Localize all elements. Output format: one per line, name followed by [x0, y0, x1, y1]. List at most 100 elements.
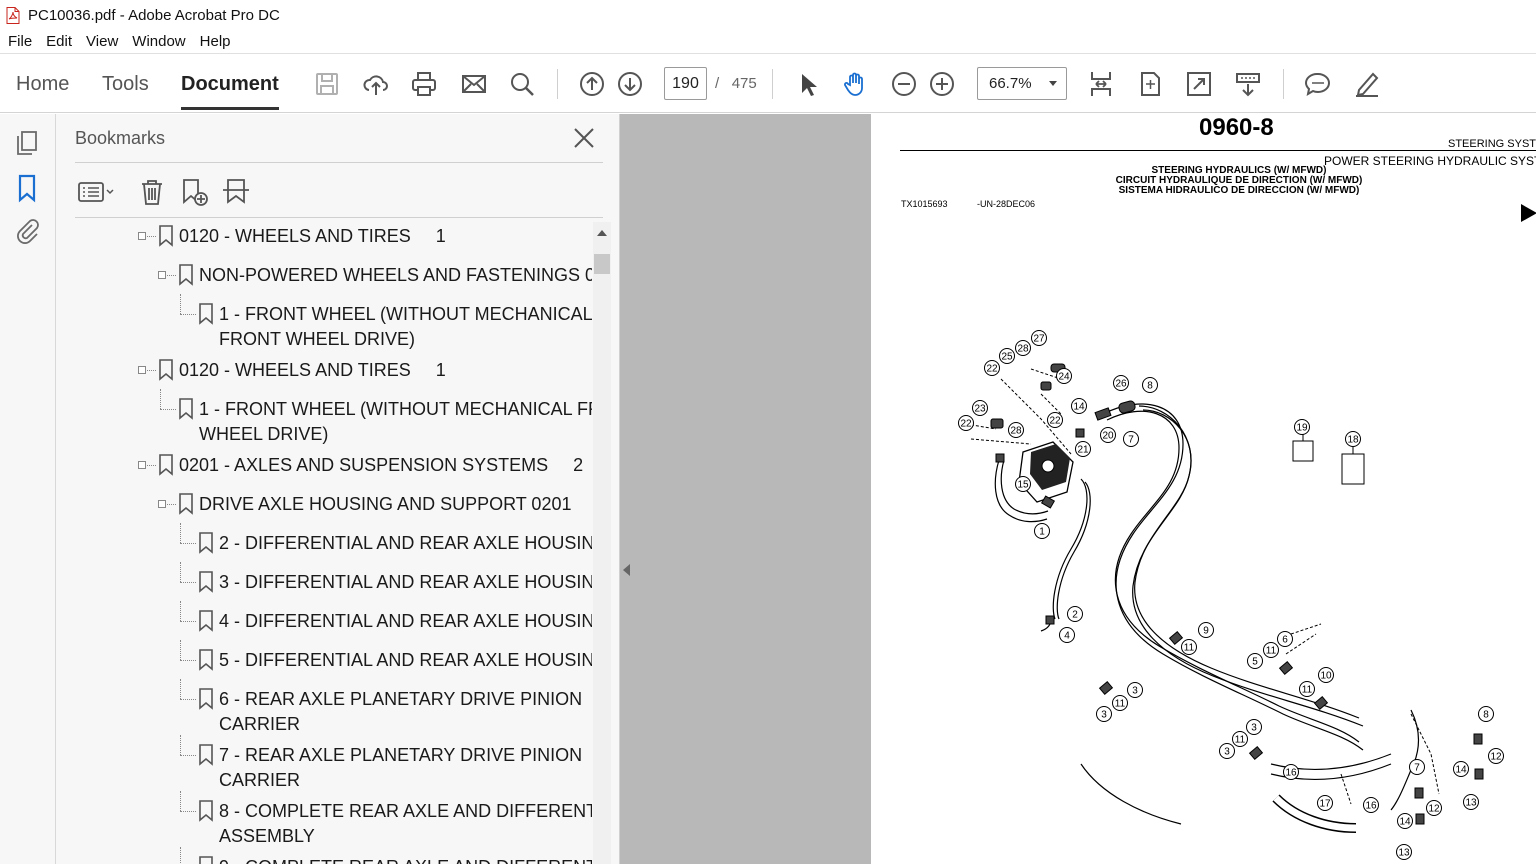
- bookmark-item[interactable]: 1 - FRONT WHEEL (WITHOUT MECHANICAL FRONT…: [178, 294, 592, 352]
- page-thumbnails-icon[interactable]: [12, 128, 42, 158]
- bookmark-label: 4 - DIFFERENTIAL AND REAR AXLE HOUSINGS: [219, 611, 592, 631]
- bookmark-tag-icon[interactable]: [220, 176, 252, 208]
- search-button[interactable]: [505, 67, 539, 101]
- window-title: PC10036.pdf - Adobe Acrobat Pro DC: [28, 6, 280, 24]
- callout-number: 11: [1266, 646, 1277, 657]
- next-page-button[interactable]: [613, 67, 647, 101]
- expander-toggle[interactable]: [158, 500, 166, 508]
- fittings: [990, 363, 1484, 825]
- bookmark-item[interactable]: 4 - DIFFERENTIAL AND REAR AXLE HOUSINGS: [178, 601, 592, 634]
- callout-number: 14: [1399, 817, 1411, 828]
- options-menu-icon[interactable]: [77, 176, 117, 208]
- print-button[interactable]: [407, 67, 441, 101]
- menu-window[interactable]: Window: [132, 33, 185, 50]
- tree-connector: [180, 640, 181, 660]
- callout-number: 22: [1049, 416, 1061, 427]
- menu-view[interactable]: View: [86, 33, 118, 50]
- tree-connector: [147, 236, 156, 237]
- expander-toggle[interactable]: [138, 366, 146, 374]
- callout-number: 20: [1102, 431, 1114, 442]
- full-screen-button[interactable]: [1182, 67, 1216, 101]
- zoom-dropdown[interactable]: 66.7%: [977, 67, 1067, 100]
- fit-page-button[interactable]: [1133, 67, 1167, 101]
- fit-width-button[interactable]: [1084, 67, 1118, 101]
- bookmark-item[interactable]: 2 - DIFFERENTIAL AND REAR AXLE HOUSINGS: [178, 523, 592, 556]
- tree-connector: [180, 294, 181, 314]
- callout-number: 18: [1347, 435, 1359, 446]
- fill-sign-button[interactable]: [1350, 67, 1384, 101]
- bookmark-item[interactable]: 3 - DIFFERENTIAL AND REAR AXLE HOUSINGS: [178, 562, 592, 595]
- zoom-in-button[interactable]: [925, 67, 959, 101]
- callout-number: 28: [1017, 344, 1029, 355]
- page-total: / 475: [715, 75, 757, 92]
- bookmark-item[interactable]: NON-POWERED WHEELS AND FASTENINGS 0120: [158, 263, 592, 288]
- bookmarks-scrollbar[interactable]: [593, 222, 611, 864]
- bookmark-label: 0201 - AXLES AND SUSPENSION SYSTEMS 2: [179, 455, 584, 475]
- menu-file[interactable]: File: [8, 33, 32, 50]
- bookmark-item[interactable]: 7 - REAR AXLE PLANETARY DRIVE PINION CARR…: [178, 735, 592, 793]
- tree-connector: [180, 621, 196, 622]
- expander-toggle[interactable]: [158, 271, 166, 279]
- scrollbar-thumb[interactable]: [594, 254, 610, 274]
- bookmark-item[interactable]: 0120 - WHEELS AND TIRES 1: [138, 224, 592, 249]
- bookmark-item[interactable]: 0120 - WHEELS AND TIRES 1: [138, 358, 592, 383]
- component-box-19: [1292, 440, 1314, 462]
- bookmark-label: 3 - DIFFERENTIAL AND REAR AXLE HOUSINGS: [219, 572, 592, 592]
- callout-number: 13: [1465, 798, 1477, 809]
- bookmark-icon: [199, 571, 213, 593]
- bookmark-item[interactable]: 1 - FRONT WHEEL (WITHOUT MECHANICAL FRON…: [158, 389, 592, 447]
- bookmark-icon: [199, 532, 213, 554]
- bookmark-item[interactable]: 0201 - AXLES AND SUSPENSION SYSTEMS 2: [138, 453, 592, 478]
- bookmark-item[interactable]: DRIVE AXLE HOUSING AND SUPPORT 0201: [158, 492, 592, 517]
- scroll-mode-icon: [1091, 72, 1111, 96]
- tree-connector: [180, 791, 181, 811]
- attachments-paperclip-icon[interactable]: [12, 216, 42, 246]
- read-mode-button[interactable]: [1231, 67, 1265, 101]
- callout-number: 16: [1285, 768, 1297, 779]
- new-bookmark-icon[interactable]: [178, 176, 210, 208]
- previous-page-button[interactable]: [575, 67, 609, 101]
- collapse-panel-arrow-icon[interactable]: [623, 564, 630, 576]
- acrobat-pdf-icon: [6, 6, 20, 24]
- bookmark-item[interactable]: 8 - COMPLETE REAR AXLE AND DIFFERENTIAL A…: [178, 791, 592, 849]
- tab-document[interactable]: Document: [181, 73, 279, 110]
- tab-home[interactable]: Home: [16, 73, 69, 96]
- hydraulic-diagram: 272825222426 82322142228 20 721151191824 911…: [958, 330, 1504, 860]
- bookmark-icon: [179, 398, 193, 420]
- bookmark-item[interactable]: 6 - REAR AXLE PLANETARY DRIVE PINION CARR…: [178, 679, 592, 737]
- callout-number: 4: [1064, 631, 1070, 642]
- page-number-input[interactable]: 190: [664, 67, 707, 100]
- bookmark-item[interactable]: 5 - DIFFERENTIAL AND REAR AXLE HOUSINGS: [178, 640, 592, 673]
- scroll-up-arrow-icon[interactable]: [597, 230, 607, 236]
- zoom-out-button[interactable]: [887, 67, 921, 101]
- read-mode-icon: [1236, 73, 1260, 97]
- bookmark-icon: [179, 264, 193, 286]
- menu-help[interactable]: Help: [200, 33, 231, 50]
- comment-button[interactable]: [1301, 67, 1335, 101]
- callout-number: 19: [1296, 423, 1308, 434]
- expander-toggle[interactable]: [138, 461, 146, 469]
- save-button[interactable]: [310, 67, 344, 101]
- arrow-down-circle-icon: [618, 72, 642, 96]
- hand-tool-button[interactable]: [838, 67, 872, 101]
- bookmark-label-continued: FRONT WHEEL DRIVE): [219, 329, 416, 349]
- plus-circle-icon: [930, 72, 954, 96]
- upload-cloud-button[interactable]: [359, 67, 393, 101]
- bookmark-item[interactable]: 9 - COMPLETE REAR AXLE AND DIFFERENTIAL: [178, 847, 592, 864]
- toolbar-separator: [1283, 69, 1284, 99]
- bookmarks-panel-icon[interactable]: [12, 173, 42, 203]
- bookmark-icon: [199, 744, 213, 766]
- menu-edit[interactable]: Edit: [46, 33, 72, 50]
- callout-number: 17: [1319, 799, 1331, 810]
- trash-icon[interactable]: [136, 176, 168, 208]
- close-icon[interactable]: [572, 126, 596, 150]
- expand-icon: [1187, 72, 1211, 96]
- expander-toggle[interactable]: [138, 232, 146, 240]
- chevron-down-icon: [1049, 81, 1057, 86]
- bookmarks-tree: 0120 - WHEELS AND TIRES 1 NON-POWERED WHE…: [56, 220, 592, 864]
- envelope-icon: [462, 75, 486, 93]
- select-tool-button[interactable]: [790, 67, 824, 101]
- tab-tools[interactable]: Tools: [102, 73, 149, 96]
- email-button[interactable]: [457, 67, 491, 101]
- bookmark-icon: [159, 454, 173, 476]
